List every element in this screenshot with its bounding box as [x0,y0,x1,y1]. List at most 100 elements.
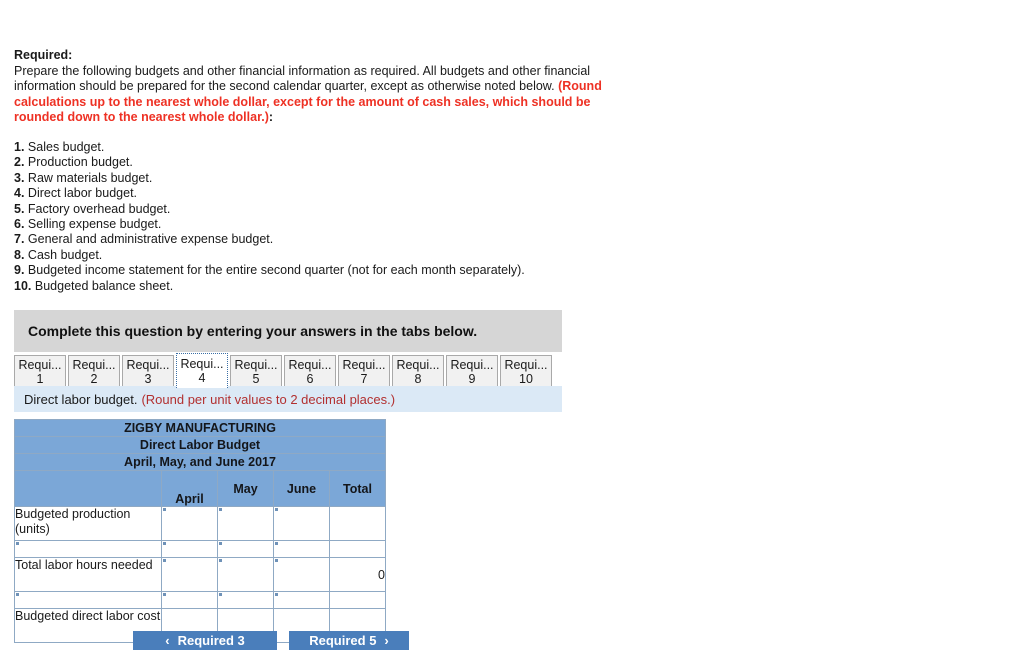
tab-required-1[interactable]: Requi... 1 [14,355,66,388]
required-prompt-block: Required: Prepare the following budgets … [14,48,606,126]
tab-label: Requi... [234,358,278,372]
tab-number: 4 [198,371,206,385]
tab-label: Requi... [342,358,386,372]
required-paragraph: Prepare the following budgets and other … [14,64,606,126]
tab-instruction-bar: Direct labor budget. (Round per unit val… [14,386,562,412]
list-item-label: Budgeted income statement for the entire… [27,263,525,278]
list-item-number: 9. [14,263,25,278]
table-row: Total labor hours needed 0 [14,557,386,592]
tab-number: 10 [519,372,533,386]
tab-required-2[interactable]: Requi... 2 [68,355,120,388]
tab-label: Requi... [396,358,440,372]
tab-required-10[interactable]: Requi... 10 [500,355,552,388]
table-title-row: April, May, and June 2017 [14,453,386,471]
list-item-number: 1. [14,140,25,154]
input-budgeted-production-april[interactable] [161,506,218,541]
next-required-button[interactable]: Required 5 › [289,631,409,650]
table-row [14,540,386,558]
input-row2-april[interactable] [161,540,218,558]
table-row [14,591,386,609]
column-header-blank [14,470,162,507]
tab-instruction-title: Direct labor budget. [24,391,138,407]
input-row4-label[interactable] [14,591,162,609]
tab-required-9[interactable]: Requi... 9 [446,355,498,388]
list-item-label: General and administrative expense budge… [27,232,274,247]
input-total-labor-hours-june[interactable] [273,557,330,592]
list-item: 4. Direct labor budget. [14,186,614,201]
requirement-tabs: Requi... 1 Requi... 2 Requi... 3 Requi... 4 … [14,353,552,388]
previous-required-button[interactable]: ‹ Required 3 [133,631,277,650]
list-item: 2. Production budget. [14,155,614,170]
list-item-number: 8. [14,247,25,262]
column-header-april: April [161,470,218,507]
navigation-buttons: ‹ Required 3 Required 5 › [133,631,409,650]
list-item-number: 4. [14,186,25,201]
requirements-list: 1. Sales budget. 2. Production budget. 3… [14,140,614,294]
list-item-label: Selling expense budget. [27,217,162,232]
list-item-label: Production budget. [27,155,133,170]
row-label-total-labor-hours: Total labor hours needed [14,557,162,592]
list-item: 8. Cash budget. [14,248,614,263]
input-row2-june[interactable] [273,540,330,558]
input-budgeted-production-may[interactable] [217,506,274,541]
table-title-row: ZIGBY MANUFACTURING [14,419,386,437]
tab-label: Requi... [450,358,494,372]
list-item: 1. Sales budget. [14,140,614,155]
list-item-label: Sales budget. [27,140,105,154]
chevron-left-icon: ‹ [165,633,170,648]
previous-required-label: Required 3 [177,633,245,648]
direct-labor-budget-table: ZIGBY MANUFACTURING Direct Labor Budget … [14,419,386,643]
complete-question-banner-text: Complete this question by entering your … [28,323,478,339]
list-item: 7. General and administrative expense bu… [14,232,614,247]
input-total-labor-hours-may[interactable] [217,557,274,592]
tab-required-8[interactable]: Requi... 8 [392,355,444,388]
list-item-number: 10. [14,278,32,293]
input-budgeted-production-june[interactable] [273,506,330,541]
tab-required-5[interactable]: Requi... 5 [230,355,282,388]
input-row4-april[interactable] [161,591,218,609]
value-row2-total [329,540,386,558]
input-row2-label[interactable] [14,540,162,558]
list-item-number: 5. [14,201,25,216]
column-header-total: Total [329,470,386,507]
table-title-company: ZIGBY MANUFACTURING [14,419,386,437]
tab-number: 9 [468,372,476,386]
list-item-label: Direct labor budget. [27,186,138,201]
list-item-number: 2. [14,155,25,170]
value-budgeted-production-total [329,506,386,541]
input-row2-may[interactable] [217,540,274,558]
table-title-budget: Direct Labor Budget [14,436,386,454]
table-row: Budgeted production (units) [14,506,386,541]
tab-instruction-note: (Round per unit values to 2 decimal plac… [141,391,396,407]
required-heading: Required: [14,48,73,62]
list-item-number: 6. [14,217,25,232]
table-title-period: April, May, and June 2017 [14,453,386,471]
tab-label: Requi... [72,358,116,372]
tab-required-7[interactable]: Requi... 7 [338,355,390,388]
column-header-june: June [273,470,330,507]
tab-required-4[interactable]: Requi... 4 [176,353,228,388]
complete-question-banner: Complete this question by entering your … [14,310,562,352]
input-row4-may[interactable] [217,591,274,609]
required-paragraph-text: Prepare the following budgets and other … [14,63,591,94]
tab-number: 5 [252,372,260,386]
tab-required-6[interactable]: Requi... 6 [284,355,336,388]
tab-number: 1 [36,372,44,386]
tab-number: 2 [90,372,98,386]
input-total-labor-hours-april[interactable] [161,557,218,592]
list-item: 6. Selling expense budget. [14,217,614,232]
tab-label: Requi... [288,358,332,372]
list-item: 3. Raw materials budget. [14,171,614,186]
table-header-row: April May June Total [14,470,386,507]
tab-label: Requi... [180,357,224,371]
input-row4-june[interactable] [273,591,330,609]
list-item-label: Factory overhead budget. [27,201,171,216]
tab-number: 7 [360,372,368,386]
list-item-number: 7. [14,232,25,247]
tab-required-3[interactable]: Requi... 3 [122,355,174,388]
list-item: 10. Budgeted balance sheet. [14,279,614,294]
list-item: 9. Budgeted income statement for the ent… [14,263,614,278]
chevron-right-icon: › [384,633,389,648]
tab-number: 8 [414,372,422,386]
list-item: 5. Factory overhead budget. [14,202,614,217]
